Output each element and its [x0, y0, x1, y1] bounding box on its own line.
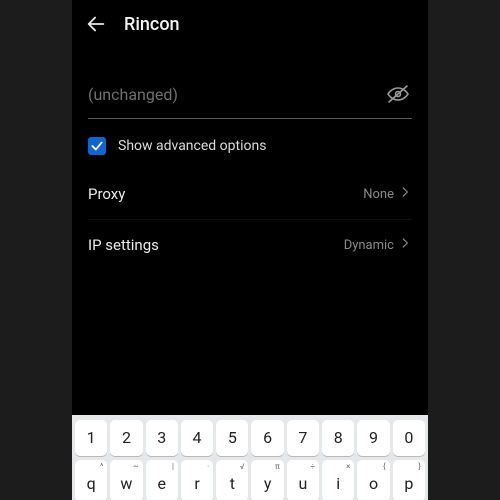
key-t[interactable]: √t — [216, 460, 248, 500]
ip-settings-label: IP settings — [88, 236, 159, 254]
eye-off-icon — [386, 82, 410, 106]
back-arrow-icon — [85, 13, 107, 35]
key-q[interactable]: ^q — [75, 460, 107, 500]
key-e[interactable]: |e — [146, 460, 178, 500]
key-i[interactable]: ×i — [322, 460, 354, 500]
ip-settings-value: Dynamic — [344, 238, 394, 253]
password-row: (unchanged) — [88, 76, 412, 119]
key-o[interactable]: {o — [357, 460, 389, 500]
key-w[interactable]: ~w — [110, 460, 142, 500]
back-button[interactable] — [78, 6, 114, 42]
chevron-right-icon — [398, 185, 412, 203]
proxy-row[interactable]: Proxy None — [88, 169, 412, 220]
key-4[interactable]: 4 — [181, 420, 213, 456]
key-r[interactable]: ·r — [181, 460, 213, 500]
key-9[interactable]: 9 — [357, 420, 389, 456]
key-y[interactable]: πy — [251, 460, 283, 500]
checkmark-icon — [90, 139, 104, 153]
key-3[interactable]: 3 — [146, 420, 178, 456]
key-1[interactable]: 1 — [75, 420, 107, 456]
screenshot-pad-right — [428, 0, 500, 500]
show-advanced-checkbox[interactable] — [88, 137, 106, 155]
proxy-value: None — [363, 187, 394, 202]
key-5[interactable]: 5 — [216, 420, 248, 456]
onscreen-keyboard[interactable]: 1234567890 ^q~w|e·r√tπy÷u×i{o}p — [72, 415, 428, 500]
keyboard-qwerty-row: ^q~w|e·r√tπy÷u×i{o}p — [75, 460, 425, 500]
key-u[interactable]: ÷u — [287, 460, 319, 500]
chevron-right-icon — [398, 236, 412, 254]
show-advanced-label: Show advanced options — [118, 138, 266, 154]
key-0[interactable]: 0 — [393, 420, 425, 456]
key-6[interactable]: 6 — [251, 420, 283, 456]
ip-settings-row[interactable]: IP settings Dynamic — [88, 220, 412, 270]
password-input[interactable]: (unchanged) — [88, 85, 376, 104]
key-p[interactable]: }p — [393, 460, 425, 500]
topbar: Rincon — [72, 0, 428, 48]
keyboard-number-row: 1234567890 — [75, 420, 425, 456]
page-title: Rincon — [124, 14, 180, 35]
toggle-password-visibility[interactable] — [384, 80, 412, 108]
key-7[interactable]: 7 — [287, 420, 319, 456]
key-2[interactable]: 2 — [110, 420, 142, 456]
key-8[interactable]: 8 — [322, 420, 354, 456]
show-advanced-row[interactable]: Show advanced options — [88, 119, 412, 169]
proxy-label: Proxy — [88, 185, 125, 203]
screenshot-pad-left — [0, 0, 72, 500]
